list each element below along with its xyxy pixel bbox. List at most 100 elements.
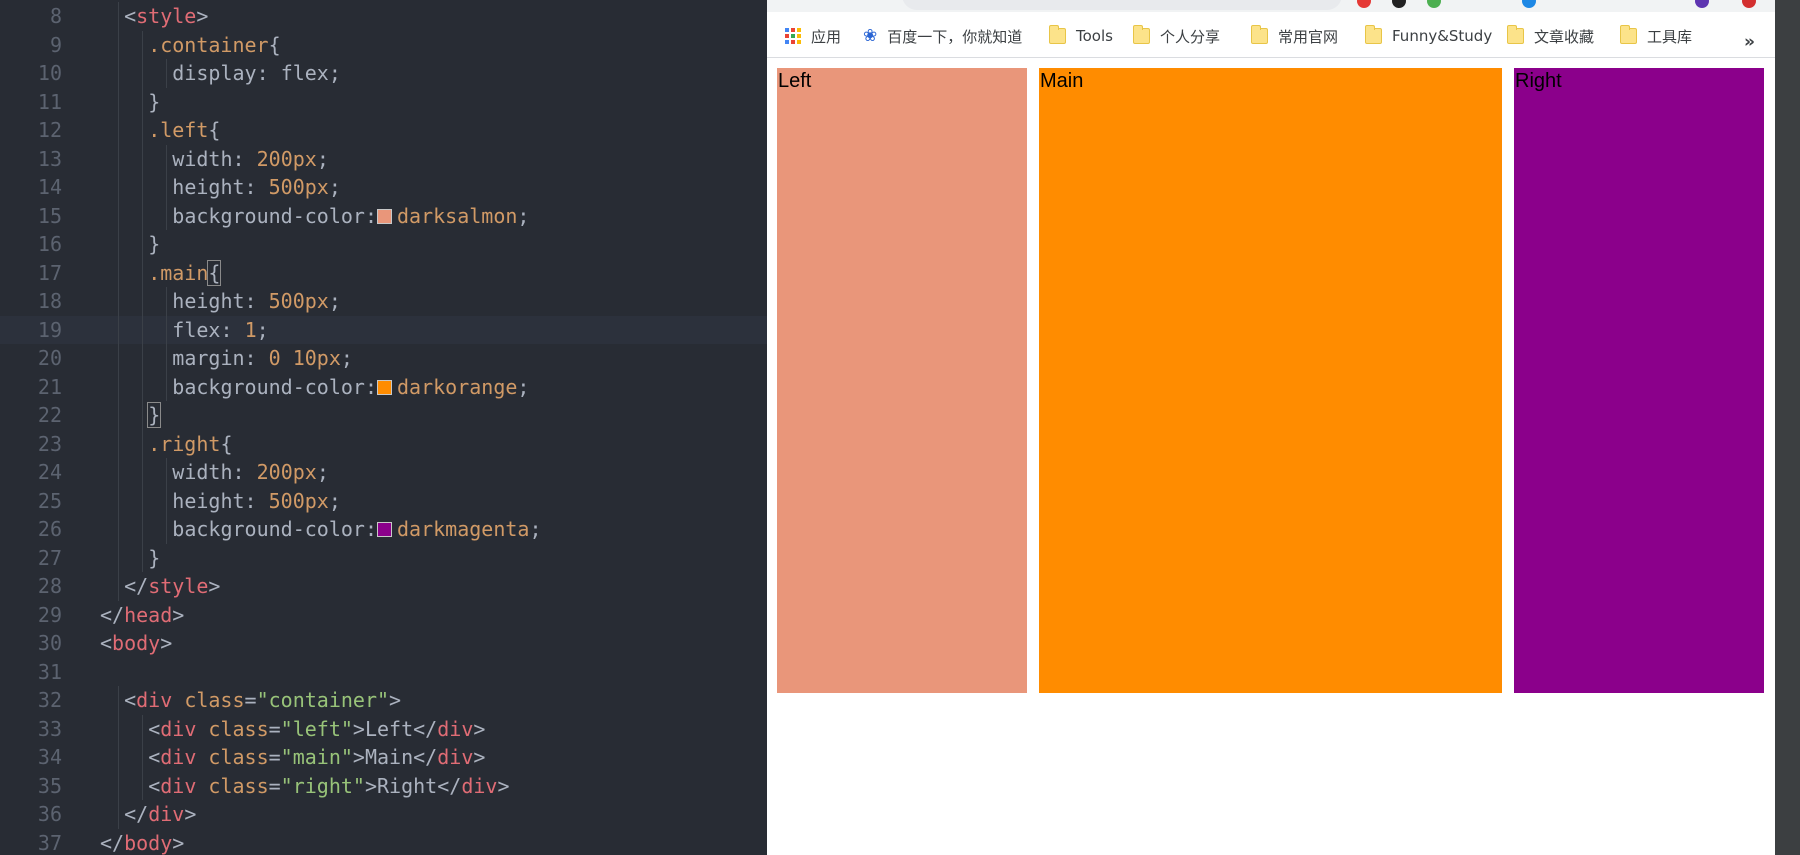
bookmark-label: 个人分享 — [1160, 27, 1221, 46]
indent-guide — [118, 401, 120, 430]
indent-guide — [118, 344, 120, 373]
menu-icon[interactable] — [1742, 0, 1756, 8]
code-line[interactable]: 30 <body> — [0, 629, 767, 658]
code-line[interactable]: 12 .left{ — [0, 116, 767, 145]
code-token: 500px — [268, 175, 329, 199]
profile-avatar[interactable] — [1695, 0, 1709, 8]
color-swatch-icon[interactable] — [377, 208, 392, 224]
code-line[interactable]: 22} — [0, 401, 767, 430]
code-token: style — [148, 574, 209, 598]
line-number: 28 — [37, 574, 62, 598]
code-line[interactable]: 18 height: 500px; — [0, 287, 767, 316]
bookmark-item[interactable]: 工具库 — [1620, 24, 1692, 48]
code-line[interactable]: 11} — [0, 87, 767, 117]
code-line[interactable]: 35 <div class="right">Right</div> — [0, 771, 767, 800]
code-line[interactable]: 9 .container{ — [0, 30, 767, 59]
code-token: </ — [124, 802, 149, 826]
code-token: } — [148, 89, 161, 114]
code-token: "container" — [256, 688, 390, 712]
code-token: = — [268, 773, 281, 798]
color-swatch-icon[interactable] — [377, 379, 392, 395]
extension-icon[interactable] — [1392, 0, 1406, 8]
code-token: 500px — [268, 289, 329, 313]
bookmarks-overflow-chevron-icon[interactable]: » — [1744, 32, 1755, 52]
code-line[interactable]: 21 background-color: darkorange; — [0, 372, 767, 401]
line-number: 10 — [37, 61, 62, 85]
indent-guide — [142, 344, 144, 373]
code-text: <div class="main">Main</div> — [148, 743, 485, 772]
indent-guide — [118, 543, 120, 572]
indent-guide — [142, 30, 144, 59]
bookmark-item[interactable]: Tools — [1049, 24, 1113, 48]
code-line[interactable]: 8 <style> — [0, 2, 767, 31]
address-bar[interactable] — [902, 0, 1342, 10]
indent-guide — [118, 572, 120, 601]
indent-guide — [142, 173, 144, 202]
indent-guide — [118, 714, 120, 743]
code-line[interactable]: 13 width: 200px; — [0, 144, 767, 173]
code-line[interactable]: 14 height: 500px; — [0, 173, 767, 202]
code-line[interactable]: 16} — [0, 230, 767, 259]
code-line[interactable]: 19 flex: 1; — [0, 315, 767, 344]
code-text: margin: 0 10px; — [172, 344, 353, 373]
indent-guide — [118, 258, 120, 287]
code-line[interactable]: 17 .main{ — [0, 258, 767, 287]
bookmark-item[interactable]: 个人分享 — [1133, 24, 1220, 48]
code-text: } — [148, 88, 160, 117]
indent-guide — [142, 258, 144, 287]
color-swatch-icon[interactable] — [377, 522, 392, 537]
code-line[interactable]: 32 <div class="container"> — [0, 686, 767, 715]
bookmark-item[interactable]: 应用 — [785, 24, 841, 48]
code-line[interactable]: 34 <div class="main">Main</div> — [0, 743, 767, 772]
code-line[interactable]: 29 </head> — [0, 601, 767, 630]
code-line[interactable]: 26 background-color: darkmagenta; — [0, 515, 767, 544]
code-line[interactable]: 25 height: 500px; — [0, 486, 767, 515]
code-line[interactable]: 20 margin: 0 10px; — [0, 344, 767, 373]
code-line[interactable]: 10 display: flex; — [0, 59, 767, 88]
bookmark-item[interactable]: ❀ 百度一下，你就知道 — [863, 24, 1022, 48]
bookmark-label: 常用官网 — [1278, 27, 1339, 46]
bookmark-item[interactable]: 常用官网 — [1251, 24, 1338, 48]
code-line[interactable]: 28 </style> — [0, 572, 767, 601]
code-token: 500px — [268, 488, 329, 513]
code-line[interactable]: 23 .right{ — [0, 429, 767, 459]
code-text: <style> — [124, 2, 208, 31]
line-number: 27 — [37, 545, 62, 570]
code-line[interactable]: 27} — [0, 543, 767, 572]
code-token: : — [244, 346, 269, 370]
code-line[interactable]: 31 — [0, 658, 767, 687]
indent-guide — [142, 287, 144, 316]
code-text: .right{ — [148, 430, 232, 459]
extension-icon[interactable] — [1357, 0, 1371, 8]
extension-icon[interactable] — [1427, 0, 1441, 8]
folder-icon — [1365, 25, 1382, 44]
extension-icon[interactable] — [1522, 0, 1536, 8]
code-token: ; — [517, 203, 530, 228]
bookmark-item[interactable]: Funny&Study — [1365, 24, 1492, 48]
code-line[interactable]: 24 width: 200px; — [0, 458, 767, 487]
indent-guide — [142, 543, 144, 572]
folder-icon — [1049, 25, 1066, 44]
indent-guide — [142, 743, 144, 772]
line-number: 20 — [37, 346, 62, 370]
code-line[interactable]: 37 </body> — [0, 829, 767, 855]
bookmark-item[interactable]: 文章收藏 — [1507, 24, 1594, 48]
code-token: > — [184, 802, 197, 826]
code-line[interactable]: 15 background-color: darksalmon; — [0, 201, 767, 230]
code-token: : — [364, 374, 377, 399]
code-token: </ — [100, 830, 125, 855]
code-token: > — [208, 574, 221, 598]
indent-guide — [142, 116, 144, 145]
code-editor[interactable]: 8 <style> 9 .container{10 display: flex; 11} 1… — [0, 0, 767, 855]
code-token: body — [124, 830, 173, 855]
code-line[interactable]: 36 </div> — [0, 800, 767, 829]
code-token: background-color — [172, 374, 365, 399]
code-token: : — [364, 517, 377, 541]
code-line[interactable]: 33 <div class="left">Left</div> — [0, 714, 767, 743]
code-text: <body> — [100, 629, 172, 658]
line-number: 12 — [37, 118, 62, 142]
code-token: display — [172, 61, 257, 85]
indent-guide — [118, 743, 120, 772]
code-text: display: flex; — [172, 59, 341, 88]
